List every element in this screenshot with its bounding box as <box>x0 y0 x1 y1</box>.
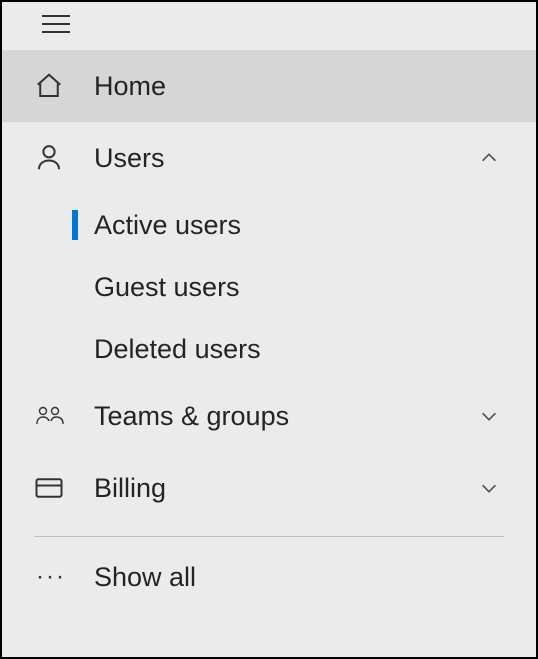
sidebar-subitem-label: Guest users <box>94 272 240 303</box>
admin-sidebar: Home Users Active users Guest users Dele… <box>2 2 536 657</box>
sidebar-item-label: Show all <box>94 562 504 593</box>
sidebar-item-home[interactable]: Home <box>2 50 536 122</box>
chevron-down-icon <box>474 477 504 499</box>
sidebar-subitem-active-users[interactable]: Active users <box>72 194 536 256</box>
ellipsis-icon: ··· <box>34 563 94 591</box>
sidebar-item-label: Users <box>94 143 474 174</box>
chevron-down-icon <box>474 405 504 427</box>
sidebar-item-teams-groups[interactable]: Teams & groups <box>2 380 536 452</box>
sidebar-item-label: Teams & groups <box>94 401 474 432</box>
billing-icon <box>34 474 94 502</box>
user-icon <box>34 143 94 173</box>
hamburger-menu-button[interactable] <box>2 8 536 50</box>
sidebar-subitem-deleted-users[interactable]: Deleted users <box>72 318 536 380</box>
hamburger-icon <box>42 14 70 34</box>
sidebar-item-label: Billing <box>94 473 474 504</box>
sidebar-item-label: Home <box>94 71 504 102</box>
users-subnav: Active users Guest users Deleted users <box>2 194 536 380</box>
sidebar-subitem-label: Deleted users <box>94 334 261 365</box>
home-icon <box>34 71 94 101</box>
sidebar-subitem-guest-users[interactable]: Guest users <box>72 256 536 318</box>
sidebar-item-billing[interactable]: Billing <box>2 452 536 524</box>
sidebar-item-show-all[interactable]: ··· Show all <box>2 541 536 613</box>
chevron-up-icon <box>474 147 504 169</box>
teams-icon <box>34 401 94 431</box>
sidebar-subitem-label: Active users <box>94 210 241 241</box>
nav-divider <box>34 536 504 537</box>
sidebar-item-users[interactable]: Users <box>2 122 536 194</box>
